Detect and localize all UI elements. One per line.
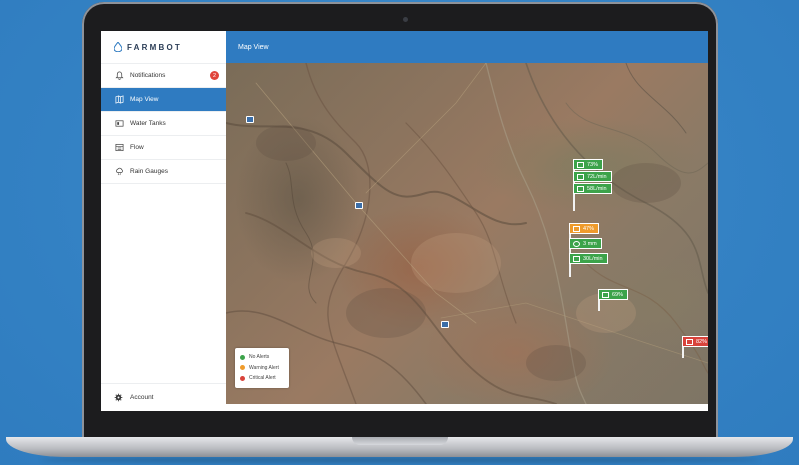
tank-level-tag[interactable]: 69% — [598, 289, 629, 300]
sidebar-item-flow[interactable]: Flow — [101, 136, 226, 160]
legend-item-no-alerts: No Alerts — [240, 352, 284, 363]
brand[interactable]: FARMBOT — [101, 31, 226, 64]
app-screen: FARMBOT Notifications 2 Map View Water T… — [101, 31, 708, 411]
flow-rate-tag[interactable]: 58L/min — [573, 183, 612, 194]
flow-icon — [573, 255, 580, 262]
road-marker — [246, 116, 254, 123]
sidebar-item-label: Water Tanks — [130, 120, 166, 127]
flow-rate-tag[interactable]: 30L/min — [569, 253, 608, 264]
flow-rate-tag[interactable]: 72L/min — [573, 171, 612, 182]
tank-icon — [573, 225, 580, 232]
sidebar-item-rain-gauges[interactable]: Rain Gauges — [101, 160, 226, 184]
tank-level-tag[interactable]: 73% — [573, 159, 604, 170]
sidebar-item-label: Flow — [130, 144, 144, 151]
flow-icon — [577, 185, 584, 192]
green-dot-icon — [240, 354, 245, 360]
map-icon — [114, 95, 124, 105]
laptop-notch — [352, 437, 448, 445]
bell-icon — [114, 71, 124, 81]
map-legend: No Alerts Warning Alert Critical Alert — [235, 348, 289, 388]
header-bar: Map View — [226, 31, 708, 63]
flow-icon — [577, 173, 584, 180]
tank-level-tag[interactable]: 82% — [682, 336, 708, 347]
tank-icon — [577, 161, 584, 168]
rain-gauge-icon — [114, 167, 124, 177]
tank-icon — [602, 291, 609, 298]
sidebar-item-map-view[interactable]: Map View — [101, 88, 226, 112]
legend-item-warning: Warning Alert — [240, 363, 284, 374]
webcam — [403, 17, 408, 22]
rain-gauge-icon — [573, 240, 580, 247]
road-marker — [355, 202, 363, 209]
sidebar-item-water-tanks[interactable]: Water Tanks — [101, 112, 226, 136]
sidebar-item-notifications[interactable]: Notifications 2 — [101, 64, 226, 88]
orange-dot-icon — [240, 365, 245, 371]
water-drop-icon — [114, 42, 122, 52]
sidebar-item-label: Map View — [130, 96, 159, 103]
terrain-texture — [226, 63, 708, 404]
road-marker — [441, 321, 449, 328]
account-label: Account — [130, 394, 154, 401]
rain-gauge-tag[interactable]: 3 mm — [569, 238, 602, 249]
legend-item-critical: Critical Alert — [240, 373, 284, 384]
satellite-map[interactable]: 73% 72L/min 58L/min 47% 3 mm 30L/min 69%… — [226, 63, 708, 404]
brand-name: FARMBOT — [127, 42, 182, 52]
sidebar-item-label: Rain Gauges — [130, 168, 168, 175]
gear-icon — [114, 393, 124, 403]
tank-icon — [686, 338, 693, 345]
sidebar-item-account[interactable]: Account — [101, 383, 226, 411]
map-footer — [226, 404, 708, 411]
laptop-shadow — [40, 457, 760, 463]
page-title: Map View — [238, 43, 269, 51]
sidebar-item-label: Notifications — [130, 72, 166, 79]
flow-icon — [114, 143, 124, 153]
notification-badge: 2 — [210, 71, 219, 80]
tank-level-tag[interactable]: 47% — [569, 223, 600, 234]
tank-icon — [114, 119, 124, 129]
sidebar: FARMBOT Notifications 2 Map View Water T… — [101, 31, 227, 411]
red-dot-icon — [240, 375, 245, 381]
